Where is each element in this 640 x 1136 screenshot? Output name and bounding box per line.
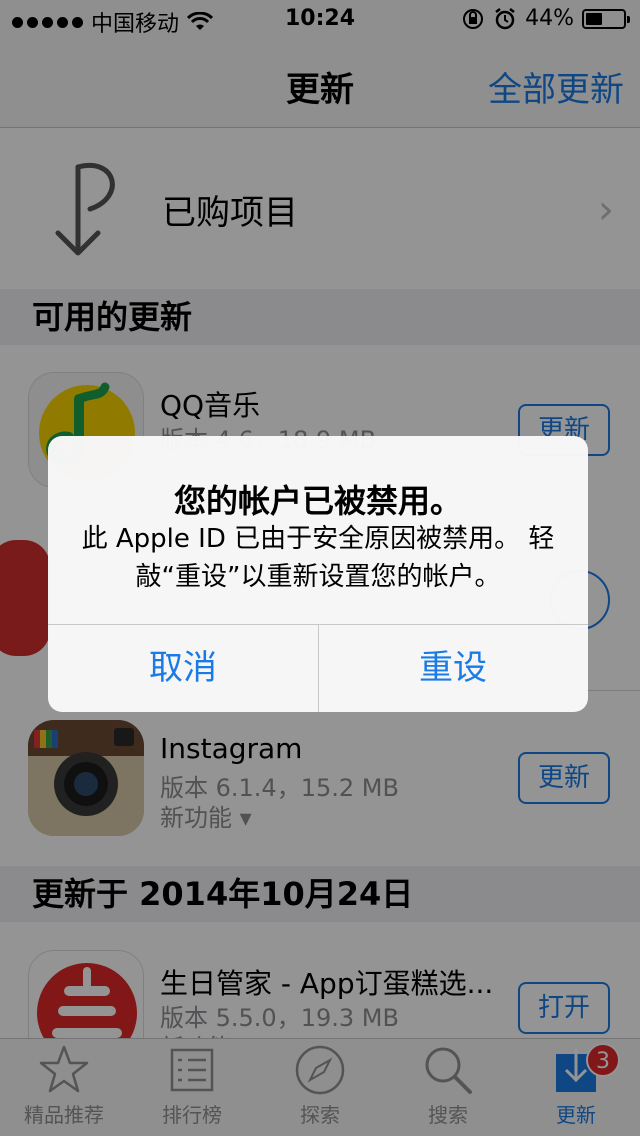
cancel-button[interactable]: 取消 — [48, 624, 318, 712]
alert-title: 您的帐户已被禁用。 — [173, 482, 462, 520]
account-disabled-alert: 您的帐户已被禁用。 此 Apple ID 已由于安全原因被禁用。 轻敲“重设”以… — [48, 436, 588, 712]
reset-button[interactable]: 重设 — [318, 624, 588, 712]
alert-message: 此 Apple ID 已由于安全原因被禁用。 轻敲“重设”以重新设置您的帐户。 — [81, 524, 555, 592]
